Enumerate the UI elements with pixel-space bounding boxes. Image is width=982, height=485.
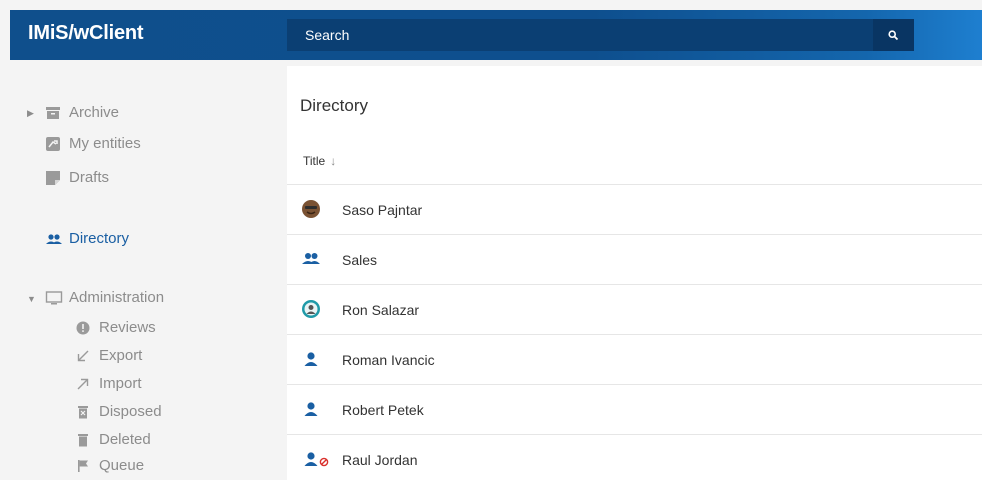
shared-folder-icon xyxy=(45,136,61,152)
sidebar-item-label: Directory xyxy=(69,230,130,247)
flag-icon xyxy=(75,458,91,474)
monitor-icon xyxy=(45,290,63,306)
group-icon xyxy=(301,249,323,271)
sidebar-item-queue[interactable]: Queue xyxy=(75,457,144,474)
sidebar-item-administration[interactable]: Administration xyxy=(45,289,164,306)
row-label: Robert Petek xyxy=(342,402,424,418)
sidebar-item-my-entities[interactable]: My entities xyxy=(45,135,141,152)
sidebar: ▶ Archive My entities Drafts Directory ▼… xyxy=(0,66,287,480)
sort-down-arrow-icon: ↓ xyxy=(330,154,337,168)
import-arrow-icon xyxy=(75,376,91,392)
sidebar-item-label: Administration xyxy=(69,289,165,306)
sidebar-item-directory[interactable]: Directory xyxy=(45,230,129,247)
user-icon xyxy=(301,349,323,371)
row-label: Saso Pajntar xyxy=(342,202,423,218)
sidebar-item-deleted[interactable]: Deleted xyxy=(75,431,151,448)
search-placeholder: Search xyxy=(305,27,350,43)
sidebar-item-export[interactable]: Export xyxy=(75,347,142,364)
sidebar-item-label: Archive xyxy=(69,104,120,121)
sidebar-item-label: Export xyxy=(99,347,143,364)
table-row[interactable]: Ron Salazar xyxy=(287,284,982,335)
page-title: Directory xyxy=(300,96,369,115)
sidebar-item-drafts[interactable]: Drafts xyxy=(45,169,109,186)
row-label: Ron Salazar xyxy=(342,302,420,318)
sidebar-item-label: Disposed xyxy=(99,403,162,420)
search-icon xyxy=(888,30,899,41)
main-content: Directory Title ↓ Saso Pajntar Sales Ron… xyxy=(287,66,982,480)
top-bar: IMiS/wClient Search xyxy=(0,0,982,66)
drafts-icon xyxy=(45,170,61,186)
table-row[interactable]: Saso Pajntar xyxy=(287,184,982,235)
group-icon xyxy=(45,231,62,247)
avatar xyxy=(301,299,323,321)
collapse-caret-icon[interactable]: ▼ xyxy=(27,294,36,304)
user-blocked-icon xyxy=(301,449,335,471)
sidebar-item-label: Drafts xyxy=(69,169,110,186)
sidebar-item-label: My entities xyxy=(69,135,141,152)
table-row[interactable]: Roman Ivancic xyxy=(287,334,982,385)
user-icon xyxy=(301,399,323,421)
app-title[interactable]: IMiS/wClient xyxy=(28,22,144,45)
sidebar-item-disposed[interactable]: Disposed xyxy=(75,403,162,420)
sidebar-item-archive[interactable]: Archive xyxy=(45,104,119,121)
row-label: Raul Jordan xyxy=(342,452,418,468)
disposed-bin-icon xyxy=(75,404,91,420)
table-row[interactable]: Sales xyxy=(287,234,982,285)
column-header-title[interactable]: Title ↓ xyxy=(303,154,336,168)
sidebar-item-label: Queue xyxy=(99,457,145,474)
sidebar-item-label: Reviews xyxy=(99,319,156,336)
sidebar-item-import[interactable]: Import xyxy=(75,375,142,392)
table-row[interactable]: Robert Petek xyxy=(287,384,982,435)
column-header-label: Title xyxy=(303,154,326,168)
sidebar-item-label: Import xyxy=(99,375,142,392)
alert-icon xyxy=(75,320,91,336)
sidebar-item-reviews[interactable]: Reviews xyxy=(75,319,156,336)
export-arrow-icon xyxy=(75,348,91,364)
row-label: Roman Ivancic xyxy=(342,352,435,368)
search-input[interactable]: Search xyxy=(287,19,914,51)
search-button[interactable] xyxy=(873,19,914,51)
table-row[interactable]: Raul Jordan xyxy=(287,434,982,485)
trash-icon xyxy=(75,432,91,448)
avatar xyxy=(301,199,323,221)
expand-caret-icon[interactable]: ▶ xyxy=(27,108,34,119)
sidebar-item-label: Deleted xyxy=(99,431,151,448)
row-label: Sales xyxy=(342,252,378,268)
archive-icon xyxy=(45,105,61,121)
